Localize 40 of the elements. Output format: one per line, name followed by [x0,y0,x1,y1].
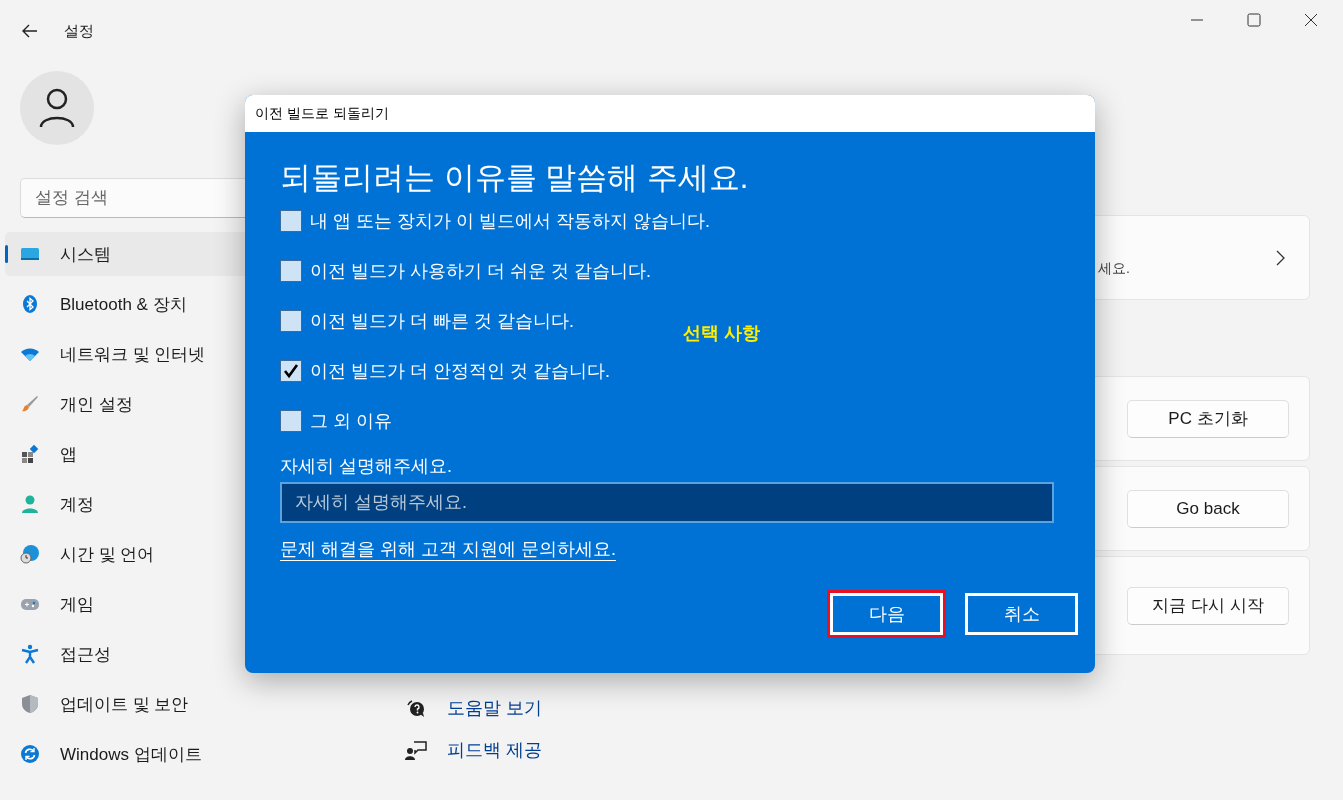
help-bubble-icon [405,697,427,719]
accessibility-icon [20,644,40,664]
checkbox-label: 이전 빌드가 사용하기 더 쉬운 것 같습니다. [310,260,651,283]
globe-clock-icon [20,544,40,564]
window-title: 설정 [64,21,94,41]
card-button[interactable]: PC 초기화 [1127,399,1289,438]
sidebar-item[interactable]: Windows 업데이트 [5,732,305,776]
checkbox-label: 이전 빌드가 더 안정적인 것 같습니다. [310,360,610,383]
help-link[interactable]: 피드백 제공 [447,738,542,762]
apps-icon [20,444,40,464]
maximize-icon[interactable] [1247,13,1261,27]
checkbox[interactable] [280,310,302,332]
close-icon[interactable] [1304,13,1318,27]
chevron-icon[interactable] [1275,249,1285,266]
shield-icon [20,694,40,714]
brush-icon [20,394,40,414]
details-field[interactable]: 자세히 설명해주세요. [280,482,1054,523]
card-button[interactable]: 지금 다시 시작 [1127,586,1289,625]
checkbox[interactable] [280,410,302,432]
card-button[interactable]: Go back [1127,489,1289,528]
annotation: 선택 사항 [683,322,760,345]
bluetooth-icon [20,294,40,314]
checkbox-label: 그 외 이유 [310,410,392,433]
help-link[interactable]: 도움말 보기 [447,696,542,720]
checkbox-label: 이전 빌드가 더 빠른 것 같습니다. [310,310,574,333]
feedback-person-icon [405,739,427,761]
sidebar-item[interactable]: 접근성 [5,632,305,676]
card-description: 세요. [1098,259,1130,278]
sidebar-item[interactable]: 개인 설정 [5,382,305,426]
checkbox[interactable] [280,210,302,232]
dialog-title: 이전 빌드로 되돌리기 [245,95,1095,132]
checkbox[interactable] [280,260,302,282]
sync-icon [20,744,40,764]
dialog-button[interactable]: 취소 [965,593,1078,635]
field-label: 자세히 설명해주세요. [280,455,453,478]
support-link[interactable]: 문제 해결을 위해 고객 지원에 문의하세요. [280,537,616,561]
checkbox[interactable] [280,360,302,382]
dialog-button[interactable]: 다음 [830,593,943,635]
sidebar-item[interactable]: 업데이트 및 보안 [5,682,305,726]
person-icon [20,494,40,514]
